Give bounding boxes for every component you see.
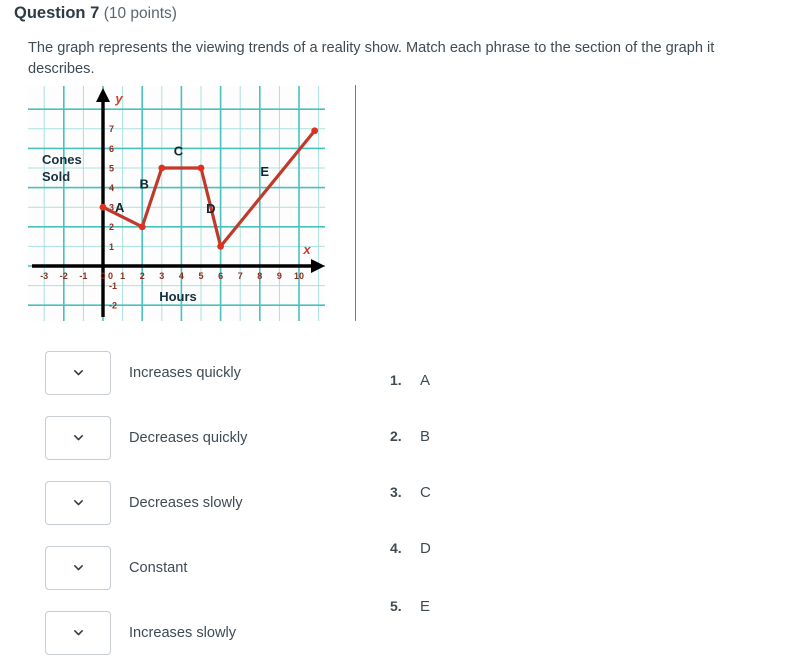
chevron-down-icon <box>73 500 83 506</box>
match-dropdown-1[interactable] <box>45 350 111 395</box>
x-axis-title: Hours <box>159 289 197 304</box>
segment-label-a: A <box>115 200 125 215</box>
match-row-label: Increases quickly <box>129 364 241 381</box>
y-axis-title-line: Sold <box>42 169 70 184</box>
graph-figure: -3 -2 -1 0 1 2 3 4 5 6 7 8 9 10 -2 -1 1 2 3 4 5 6 7 0 x y Hours Con… <box>28 86 325 321</box>
match-row: Increases slowly <box>0 600 360 665</box>
x-tick-label: 10 <box>294 271 304 281</box>
match-dropdown-4[interactable] <box>45 545 111 590</box>
y-tick-label: 6 <box>109 144 114 154</box>
answer-bank-number: 3. <box>390 484 402 500</box>
y-tick-label: 7 <box>109 124 114 134</box>
answer-bank-number: 1. <box>390 372 402 388</box>
page-title: Question 7 <box>14 4 100 22</box>
match-dropdown-3[interactable] <box>45 480 111 525</box>
answer-bank-letter: D <box>420 540 431 557</box>
data-point-marker <box>197 164 205 172</box>
chevron-down-icon <box>73 435 83 441</box>
answer-bank-item: 1. A <box>390 372 430 389</box>
question-points: (10 points) <box>103 5 177 22</box>
answer-bank-number: 2. <box>390 428 402 444</box>
data-point-marker <box>217 243 225 250</box>
y-axis-letter: y <box>114 91 123 106</box>
figure-divider <box>355 85 356 321</box>
x-axis-letter: x <box>302 242 311 257</box>
chevron-down-icon <box>73 565 83 571</box>
data-point-marker <box>138 223 146 231</box>
origin-label: 0 <box>108 271 113 281</box>
chevron-down-icon <box>73 370 83 376</box>
answer-bank-item: 2. B <box>390 428 430 445</box>
segment-label-c: C <box>174 143 184 158</box>
x-tick-label: 8 <box>257 271 262 281</box>
x-tick-label: 7 <box>238 271 243 281</box>
data-point-marker <box>99 203 107 211</box>
match-dropdown-2[interactable] <box>45 415 111 460</box>
x-tick-label: 4 <box>179 271 184 281</box>
match-row-label: Increases slowly <box>129 624 237 641</box>
x-tick-label: 0 <box>100 271 105 281</box>
match-row-label: Decreases slowly <box>129 494 243 511</box>
y-tick-label: 5 <box>109 163 114 173</box>
answer-bank-letter: E <box>420 598 431 615</box>
x-tick-label: 3 <box>159 271 164 281</box>
segment-label-b: B <box>139 177 148 192</box>
answer-bank-item: 4. D <box>390 540 431 557</box>
data-point-marker <box>311 127 319 135</box>
x-tick-label: 5 <box>198 271 203 281</box>
answer-bank-letter: C <box>420 484 431 501</box>
match-row: Decreases quickly <box>0 405 360 470</box>
match-dropdown-5[interactable] <box>45 610 111 655</box>
x-tick-label: -3 <box>40 271 48 281</box>
data-point-marker <box>158 164 166 172</box>
question-header: Question 7 (10 points) <box>14 2 177 25</box>
match-row: Increases quickly <box>0 340 360 405</box>
y-axis-title-line: Cones <box>42 152 82 167</box>
answer-bank-letter: A <box>420 372 431 389</box>
match-row: Decreases slowly <box>0 470 360 535</box>
answer-bank-number: 5. <box>390 598 402 614</box>
match-row-label: Constant <box>129 559 188 576</box>
answer-bank-item: 5. E <box>390 598 430 615</box>
y-tick-label: -1 <box>109 281 117 291</box>
answer-bank-number: 4. <box>390 540 402 556</box>
x-tick-label: 2 <box>140 271 145 281</box>
y-tick-label: -2 <box>109 301 117 311</box>
answer-bank-item: 3. C <box>390 484 431 501</box>
segment-label-e: E <box>260 164 269 179</box>
x-tick-label: 6 <box>218 271 223 281</box>
x-tick-label: -1 <box>79 271 87 281</box>
match-list: Increases quickly Decreases quickly Decrea… <box>0 340 360 665</box>
coordinate-plane-chart: -3 -2 -1 0 1 2 3 4 5 6 7 8 9 10-2-112345670xyHoursCon… <box>28 86 325 321</box>
match-row: Constant <box>0 535 360 600</box>
y-tick-label: 1 <box>109 242 114 252</box>
x-tick-label: -2 <box>60 271 68 281</box>
y-tick-label: 2 <box>109 222 114 232</box>
answer-bank-letter: B <box>420 428 431 445</box>
chevron-down-icon <box>73 630 83 636</box>
x-tick-label: 9 <box>277 271 282 281</box>
match-row-label: Decreases quickly <box>129 429 248 446</box>
x-tick-label: 1 <box>120 271 125 281</box>
segment-label-d: D <box>206 201 215 216</box>
y-tick-label: 4 <box>109 183 114 193</box>
question-prompt: The graph represents the viewing trends … <box>28 40 715 77</box>
